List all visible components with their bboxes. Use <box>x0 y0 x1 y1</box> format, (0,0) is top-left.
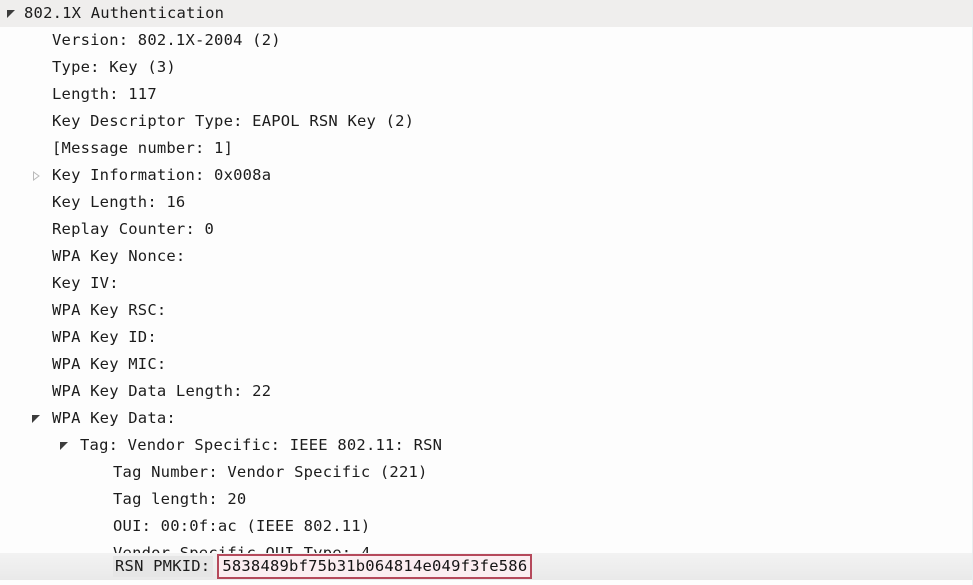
tree-row-type[interactable]: Type: Key (3) <box>0 54 973 81</box>
tree-row-label: OUI: 00:0f:ac (IEEE 802.11) <box>113 517 371 535</box>
tree-row-label: Tag: Vendor Specific: IEEE 802.11: RSN <box>80 436 443 454</box>
tree-row-label: WPA Key Nonce: <box>52 247 186 265</box>
tree-row-label: WPA Key Data Length: 22 <box>52 382 272 400</box>
tree-row-label: Type: Key (3) <box>52 58 176 76</box>
rsn-pmkid-content: RSN PMKID: 5838489bf75b31b064814e049f3fe5… <box>113 553 533 580</box>
triangle-down-icon[interactable] <box>57 432 71 459</box>
tree-row-wpa-key-rsc[interactable]: WPA Key RSC: <box>0 297 973 324</box>
rsn-pmkid-value[interactable]: 5838489bf75b31b064814e049f3fe586 <box>217 554 533 579</box>
tree-row-label: Key IV: <box>52 274 119 292</box>
tree-row-label: WPA Key ID: <box>52 328 157 346</box>
tree-row-wpa-key-id[interactable]: WPA Key ID: <box>0 324 973 351</box>
tree-row-tag-number[interactable]: Tag Number: Vendor Specific (221) <box>0 459 973 486</box>
tree-row-key-length[interactable]: Key Length: 16 <box>0 189 973 216</box>
tree-row-label: Length: 117 <box>52 85 157 103</box>
tree-row-key-descriptor-type[interactable]: Key Descriptor Type: EAPOL RSN Key (2) <box>0 108 973 135</box>
tree-row-key-iv[interactable]: Key IV: <box>0 270 973 297</box>
tree-row-tag-length[interactable]: Tag length: 20 <box>0 486 973 513</box>
tree-row-wpa-key-mic[interactable]: WPA Key MIC: <box>0 351 973 378</box>
tree-row-label: Tag Number: Vendor Specific (221) <box>113 463 428 481</box>
triangle-right-icon[interactable] <box>29 162 43 189</box>
tree-row-label: Version: 802.1X-2004 (2) <box>52 31 281 49</box>
tree-row-length[interactable]: Length: 117 <box>0 81 973 108</box>
tree-row-label: 802.1X Authentication <box>24 4 225 22</box>
tree-row-label: Replay Counter: 0 <box>52 220 215 238</box>
triangle-down-icon[interactable] <box>29 405 43 432</box>
tree-row-dot1x-authentication[interactable]: 802.1X Authentication <box>0 0 973 27</box>
tree-row-label: Tag length: 20 <box>113 490 247 508</box>
tree-row-label: Key Information: 0x008a <box>52 166 272 184</box>
tree-row-wpa-key-data-length[interactable]: WPA Key Data Length: 22 <box>0 378 973 405</box>
tree-row-label: WPA Key RSC: <box>52 301 167 319</box>
tree-row-tag-vendor-specific[interactable]: Tag: Vendor Specific: IEEE 802.11: RSN <box>0 432 973 459</box>
tree-row-wpa-key-data[interactable]: WPA Key Data: <box>0 405 973 432</box>
triangle-down-icon[interactable] <box>4 0 18 27</box>
tree-row-version[interactable]: Version: 802.1X-2004 (2) <box>0 27 973 54</box>
wireshark-packet-details-pane: 802.1X Authentication Version: 802.1X-200… <box>0 0 973 585</box>
tree-row-label: [Message number: 1] <box>52 139 234 157</box>
tree-row-rsn-pmkid[interactable]: RSN PMKID: 5838489bf75b31b064814e049f3fe5… <box>0 553 973 580</box>
tree-row-replay-counter[interactable]: Replay Counter: 0 <box>0 216 973 243</box>
tree-row-label: Key Length: 16 <box>52 193 186 211</box>
rsn-pmkid-label: RSN PMKID: <box>113 556 214 577</box>
tree-row-wpa-key-nonce[interactable]: WPA Key Nonce: <box>0 243 973 270</box>
tree-row-label: Key Descriptor Type: EAPOL RSN Key (2) <box>52 112 415 130</box>
tree-row-label: WPA Key MIC: <box>52 355 167 373</box>
tree-row-key-information[interactable]: Key Information: 0x008a <box>0 162 973 189</box>
tree-row-label: WPA Key Data: <box>52 409 176 427</box>
tree-row-message-number[interactable]: [Message number: 1] <box>0 135 973 162</box>
tree-row-oui[interactable]: OUI: 00:0f:ac (IEEE 802.11) <box>0 513 973 540</box>
